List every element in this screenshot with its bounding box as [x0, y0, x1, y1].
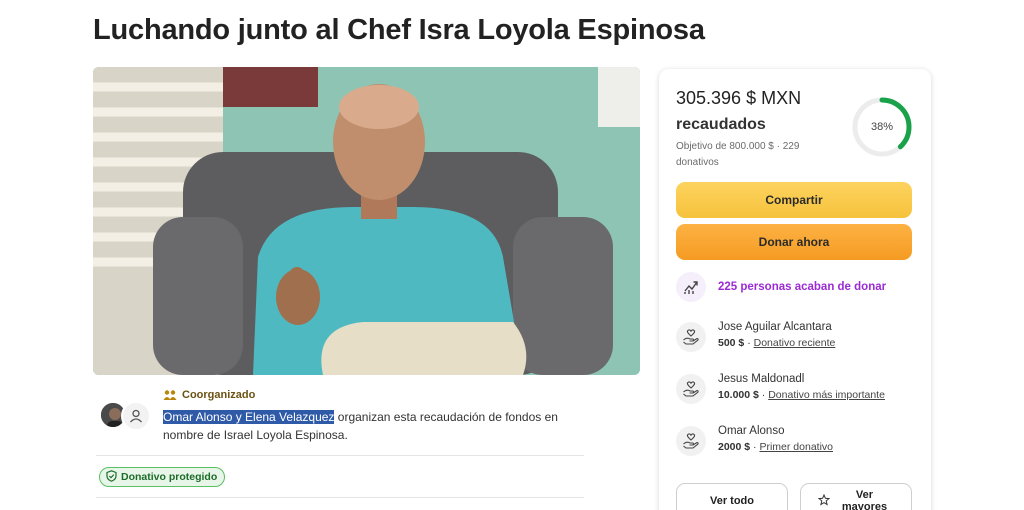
protected-label: Donativo protegido — [121, 471, 218, 483]
section-divider — [96, 497, 584, 498]
trending-up-icon — [676, 272, 706, 302]
donor-hand-heart-icon — [676, 322, 706, 352]
organizer-names[interactable]: Omar Alonso y Elena Velazquez — [163, 410, 335, 424]
group-icon — [163, 389, 177, 401]
raised-label: recaudados — [676, 116, 766, 133]
donor-item: Omar Alonso 2000 $ · Primer donativo — [676, 424, 833, 456]
see-all-button[interactable]: Ver todo — [676, 483, 788, 510]
see-top-label: Ver mayores — [841, 489, 888, 510]
recent-donations-text: 225 personas acaban de donar — [718, 281, 887, 293]
protected-donation-badge[interactable]: Donativo protegido — [99, 467, 226, 487]
coorganized-label: Coorganizado — [163, 389, 255, 401]
star-icon — [817, 493, 830, 509]
donate-button[interactable]: Donar ahora — [676, 224, 912, 260]
organizer-avatars — [99, 401, 155, 431]
share-button[interactable]: Compartir — [676, 182, 912, 218]
donor-name: Jesus Maldonadl — [718, 373, 805, 385]
goal-text: Objetivo de 800.000 $ · 229 donativos — [676, 141, 800, 168]
donor-name: Jose Aguilar Alcantara — [718, 321, 832, 333]
donor-amount: 2000 $ — [718, 441, 751, 453]
shield-check-icon — [106, 469, 117, 485]
page-title: Luchando junto al Chef Isra Loyola Espin… — [93, 14, 705, 46]
donor-tag-link[interactable]: Primer donativo — [759, 441, 833, 453]
donor-amount: 10.000 $ — [718, 389, 759, 401]
raised-amount: 305.396 $ MXN — [676, 88, 802, 108]
donor-hand-heart-icon — [676, 374, 706, 404]
section-divider — [96, 455, 584, 456]
recent-donations-notice: 225 personas acaban de donar — [676, 272, 886, 302]
campaign-photo — [93, 67, 640, 375]
progress-percent: 38% — [870, 121, 894, 133]
donor-item: Jesus Maldonadl 10.000 $ · Donativo más … — [676, 372, 885, 404]
donor-item: Jose Aguilar Alcantara 500 $ · Donativo … — [676, 320, 835, 352]
coorganized-text: Coorganizado — [182, 389, 256, 401]
donor-tag-link[interactable]: Donativo reciente — [754, 337, 836, 349]
donor-tag-link[interactable]: Donativo más importante — [768, 389, 885, 401]
see-top-button[interactable]: Ver mayores — [800, 483, 912, 510]
donor-name: Omar Alonso — [718, 425, 785, 437]
donor-hand-heart-icon — [676, 426, 706, 456]
donor-amount: 500 $ — [718, 337, 745, 349]
donation-card: 305.396 $ MXN recaudados Objetivo de 800… — [659, 69, 931, 510]
organizer-description: Omar Alonso y Elena Velazquez organizan … — [163, 408, 583, 444]
person-icon — [121, 401, 151, 431]
